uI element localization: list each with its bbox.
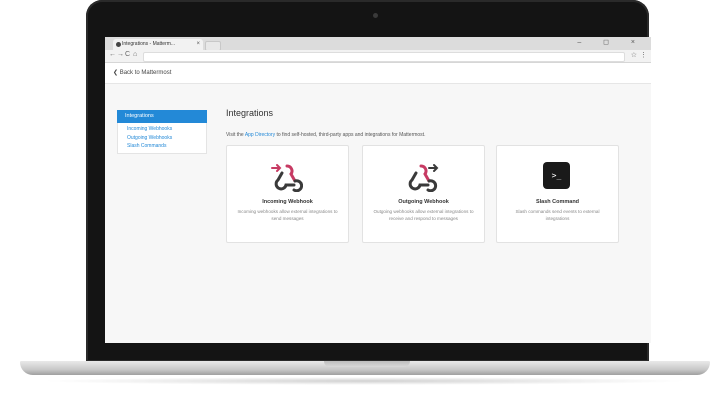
integrations-content: Integrations Visit the App Directory to … bbox=[226, 108, 626, 243]
sidebar-item-incoming-webhooks[interactable]: Incoming Webhooks bbox=[118, 125, 206, 134]
page-title: Integrations bbox=[226, 108, 274, 118]
sidebar-sublist: Incoming Webhooks Outgoing Webhooks Slas… bbox=[117, 123, 207, 154]
integrations-sidebar: Integrations Incoming Webhooks Outgoing … bbox=[117, 110, 207, 154]
home-icon[interactable]: ⌂ bbox=[133, 51, 137, 58]
webcam bbox=[373, 13, 378, 18]
sidebar-item-slash-commands[interactable]: Slash Commands bbox=[118, 142, 206, 151]
intro-text: Visit the App Directory to find self-hos… bbox=[226, 132, 425, 138]
tab-title: Integrations - Matterm... bbox=[122, 41, 176, 47]
back-bar: ❮ Back to Mattermost bbox=[105, 63, 651, 84]
laptop-shadow bbox=[40, 377, 690, 385]
browser-menu-icon[interactable]: ⋮ bbox=[640, 51, 647, 59]
card-description: Incoming webhooks allow external integra… bbox=[237, 209, 338, 221]
webhook-incoming-icon bbox=[271, 164, 303, 192]
address-bar[interactable] bbox=[143, 52, 625, 62]
sidebar-item-outgoing-webhooks[interactable]: Outgoing Webhooks bbox=[118, 133, 206, 142]
webhook-outgoing-icon bbox=[408, 164, 439, 192]
incoming-webhook-card[interactable]: Incoming Webhook Incoming webhooks allow… bbox=[226, 145, 349, 243]
laptop-screen: Integrations - Matterm... × – ◻ × ← → C … bbox=[105, 37, 651, 343]
back-to-mattermost-link[interactable]: ❮ Back to Mattermost bbox=[113, 69, 171, 76]
card-description: Slash commands send events to external i… bbox=[515, 209, 600, 221]
outgoing-webhook-card[interactable]: Outgoing Webhook Outgoing webhooks allow… bbox=[362, 145, 485, 243]
bookmark-star-icon[interactable]: ☆ bbox=[631, 51, 637, 59]
card-description: Outgoing webhooks allow external integra… bbox=[373, 209, 474, 221]
sidebar-item-integrations[interactable]: Integrations bbox=[117, 110, 207, 123]
reload-icon[interactable]: C bbox=[125, 51, 130, 58]
sidebar-item-label: Integrations bbox=[125, 113, 154, 119]
browser-tabbar: Integrations - Matterm... × – ◻ × bbox=[105, 37, 651, 51]
mattermost-favicon-icon bbox=[116, 42, 121, 47]
integrations-page: ❮ Back to Mattermost Integrations Incomi… bbox=[105, 63, 651, 343]
card-title: Slash Command bbox=[535, 199, 580, 205]
intro-suffix: to find self-hosted, third-party apps an… bbox=[275, 132, 426, 138]
back-arrow-icon[interactable]: ← bbox=[109, 51, 116, 58]
intro-prefix: Visit the bbox=[226, 132, 245, 138]
forward-arrow-icon[interactable]: → bbox=[117, 51, 124, 58]
card-title: Outgoing Webhook bbox=[398, 199, 449, 205]
tab-close-icon[interactable]: × bbox=[196, 39, 200, 50]
terminal-icon: >_ bbox=[543, 162, 570, 189]
browser-toolbar: ← → C ⌂ ☆ ⋮ bbox=[105, 50, 651, 63]
window-controls[interactable]: – ◻ × bbox=[577, 38, 645, 46]
card-title: Incoming Webhook bbox=[262, 199, 313, 205]
browser-tab[interactable]: Integrations - Matterm... × bbox=[113, 39, 203, 50]
slash-command-card[interactable]: >_ Slash Command Slash commands send eve… bbox=[496, 145, 619, 243]
app-directory-link[interactable]: App Directory bbox=[245, 132, 275, 138]
laptop-notch bbox=[324, 361, 410, 367]
